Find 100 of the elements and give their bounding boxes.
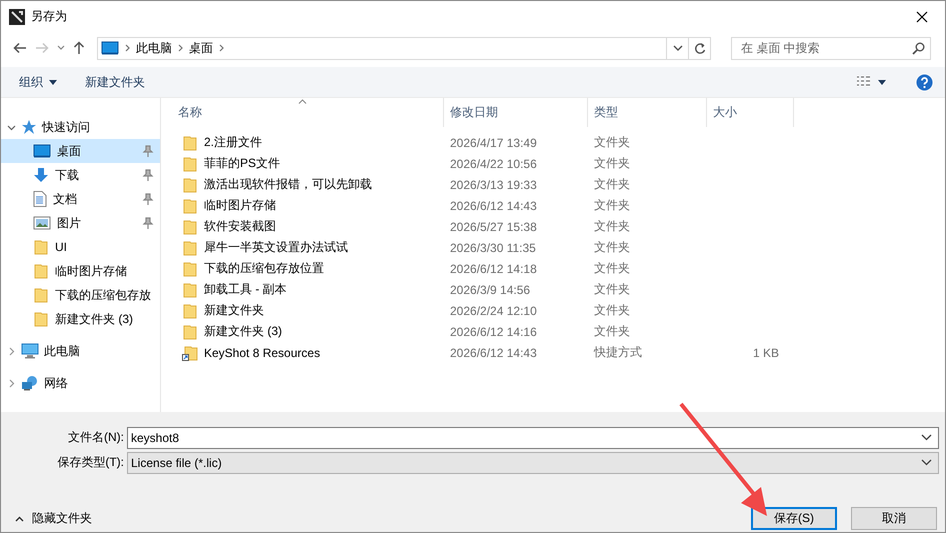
refresh-icon xyxy=(694,42,706,54)
file-row[interactable]: 卸载工具 - 副本 2026/3/9 14:56 文件夹 xyxy=(172,279,945,300)
chevron-up-icon xyxy=(15,516,24,522)
file-name: 临时图片存储 xyxy=(204,197,276,214)
image-icon xyxy=(33,216,51,230)
search-field[interactable]: 在 桌面 中搜索 xyxy=(731,36,931,60)
sidebar-item[interactable]: 此电脑 xyxy=(1,339,160,363)
help-button[interactable] xyxy=(916,74,933,90)
file-date: 2026/4/22 10:56 xyxy=(450,156,537,170)
breadcrumb[interactable]: 此电脑 xyxy=(136,40,172,56)
file-type: 文件夹 xyxy=(594,282,630,296)
right-arrow-icon xyxy=(35,42,49,54)
file-name: 犀牛一半英文设置办法试试 xyxy=(204,239,348,256)
file-type: 文件夹 xyxy=(594,261,630,275)
breadcrumb[interactable]: 桌面 xyxy=(189,40,213,56)
column-header[interactable]: 大小 xyxy=(707,98,794,127)
sidebar-label: UI xyxy=(55,240,67,254)
column-header[interactable]: 修改日期 xyxy=(444,98,588,127)
monitor-icon xyxy=(33,144,51,158)
new-folder-button[interactable]: 新建文件夹 xyxy=(85,74,145,90)
file-row[interactable]: 软件安装截图 2026/5/27 15:38 文件夹 xyxy=(172,216,945,237)
folder-icon xyxy=(182,134,198,150)
sidebar-label: 此电脑 xyxy=(44,342,80,360)
chevron-right-icon[interactable] xyxy=(7,378,16,388)
back-button[interactable] xyxy=(13,42,27,54)
address-field[interactable]: 此电脑 桌面 xyxy=(97,36,711,60)
file-row[interactable]: 临时图片存储 2026/6/12 14:43 文件夹 xyxy=(172,195,945,216)
sidebar-item[interactable]: 图片 xyxy=(1,211,160,235)
chevron-down-icon[interactable] xyxy=(7,122,16,132)
sidebar-item[interactable]: 下载的压缩包存放 xyxy=(1,283,160,307)
chevron-down-icon xyxy=(921,459,932,466)
sidebar-item[interactable]: 下载 xyxy=(1,163,160,187)
file-type: 文件夹 xyxy=(594,240,630,254)
view-options-button[interactable] xyxy=(856,76,886,88)
folder-icon xyxy=(182,176,198,192)
file-name: 下载的压缩包存放位置 xyxy=(204,260,324,277)
sidebar-item[interactable]: 新建文件夹 (3) xyxy=(1,307,160,331)
file-name: 激活出现软件报错，可以先卸载 xyxy=(204,176,372,193)
column-header[interactable]: 类型 xyxy=(588,98,707,127)
file-row[interactable]: 菲菲的PS文件 2026/4/22 10:56 文件夹 xyxy=(172,153,945,174)
file-name: 菲菲的PS文件 xyxy=(204,155,280,172)
organize-menu-button[interactable]: 组织 xyxy=(19,74,57,90)
folder-icon xyxy=(182,240,198,256)
file-row[interactable]: 犀牛一半英文设置办法试试 2026/3/30 11:35 文件夹 xyxy=(172,237,945,258)
folder-icon xyxy=(182,324,198,340)
file-name: 2.注册文件 xyxy=(204,134,262,151)
filename-field[interactable]: keyshot8 xyxy=(127,426,939,448)
file-date: 2026/3/13 19:33 xyxy=(450,178,537,192)
shortcut-folder-icon xyxy=(182,344,198,360)
chevron-right-icon xyxy=(178,44,183,52)
file-type: 文件夹 xyxy=(594,219,630,233)
folder-icon xyxy=(182,282,198,298)
sidebar-label: 桌面 xyxy=(57,142,81,160)
hide-folders-button[interactable]: 隐藏文件夹 xyxy=(15,510,92,527)
file-date: 2026/5/27 15:38 xyxy=(450,220,537,234)
sidebar-item[interactable]: UI xyxy=(1,235,160,259)
save-button[interactable]: 保存(S) xyxy=(751,507,837,530)
file-row[interactable]: 激活出现软件报错，可以先卸载 2026/3/13 19:33 文件夹 xyxy=(172,174,945,195)
file-name: 卸载工具 - 副本 xyxy=(204,281,287,298)
monitor-icon xyxy=(21,343,39,359)
folder-icon xyxy=(33,287,49,303)
cancel-button[interactable]: 取消 xyxy=(851,507,937,530)
file-type: 文件夹 xyxy=(594,156,630,170)
file-date: 2026/2/24 12:10 xyxy=(450,304,537,318)
file-row[interactable]: 下载的压缩包存放位置 2026/6/12 14:18 文件夹 xyxy=(172,258,945,279)
file-row[interactable]: KeyShot 8 Resources 2026/6/12 14:43 快捷方式 1 KB xyxy=(172,342,945,363)
file-row[interactable]: 2.注册文件 2026/4/17 13:49 文件夹 xyxy=(172,132,945,153)
search-icon xyxy=(912,42,925,54)
file-row[interactable]: 新建文件夹 (3) 2026/6/12 14:16 文件夹 xyxy=(172,321,945,342)
sidebar-label: 文档 xyxy=(53,190,77,208)
sidebar-item[interactable]: 文档 xyxy=(1,187,160,211)
recent-locations-button[interactable] xyxy=(57,45,65,51)
left-arrow-icon xyxy=(13,42,27,54)
help-icon xyxy=(916,74,933,90)
folder-icon xyxy=(33,263,49,279)
chevron-right-icon[interactable] xyxy=(7,346,16,356)
file-name: 新建文件夹 xyxy=(204,302,264,319)
filetype-dropdown[interactable]: License file (*.lic) xyxy=(127,452,939,474)
network-icon xyxy=(21,375,39,391)
file-name: KeyShot 8 Resources xyxy=(204,346,320,360)
column-header[interactable]: 名称 xyxy=(172,98,444,127)
sidebar-label: 临时图片存储 xyxy=(55,262,127,280)
up-arrow-icon xyxy=(73,41,85,55)
file-type: 文件夹 xyxy=(594,324,630,338)
file-type: 快捷方式 xyxy=(594,345,642,359)
folder-icon xyxy=(182,302,198,318)
file-date: 2026/4/17 13:49 xyxy=(450,136,537,150)
file-date: 2026/3/9 14:56 xyxy=(450,282,530,296)
file-row[interactable]: 新建文件夹 2026/2/24 12:10 文件夹 xyxy=(172,300,945,321)
sidebar-item[interactable]: 临时图片存储 xyxy=(1,259,160,283)
sidebar-item[interactable]: 快速访问 xyxy=(1,115,160,139)
file-date: 2026/6/12 14:18 xyxy=(450,262,537,276)
app-logo-icon xyxy=(9,8,25,24)
details-view-icon xyxy=(856,76,872,88)
caret-down-icon xyxy=(878,80,886,84)
sidebar-item[interactable]: 网络 xyxy=(1,371,160,395)
up-button[interactable] xyxy=(73,41,85,55)
document-icon xyxy=(33,191,47,207)
sidebar-item[interactable]: 桌面 xyxy=(1,139,160,163)
file-date: 2026/6/12 14:43 xyxy=(450,198,537,212)
